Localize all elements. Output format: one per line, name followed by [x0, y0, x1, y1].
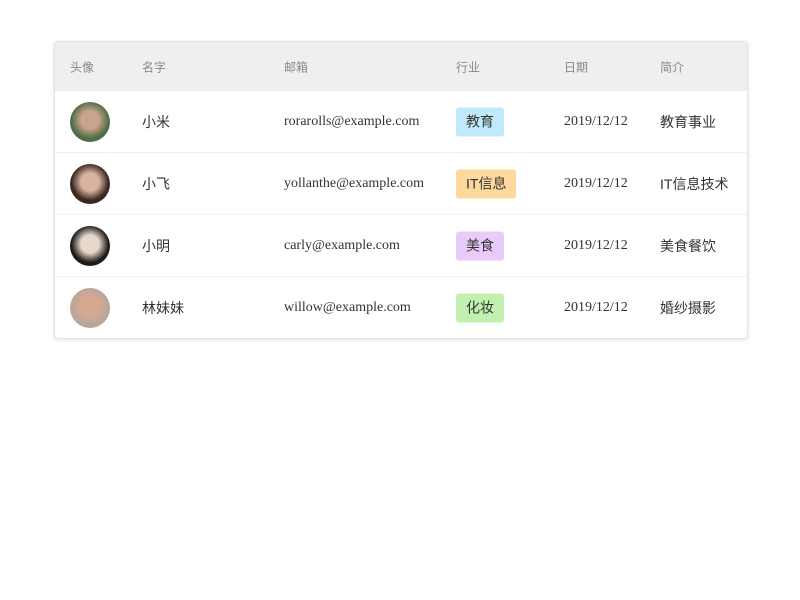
industry-tag: 化妆: [456, 293, 504, 322]
intro-cell: 教育事业: [660, 113, 716, 130]
name-cell: 小米: [142, 113, 170, 130]
table-row: 小明 carly@example.com 美食 2019/12/12 美食餐饮: [55, 214, 747, 276]
header-email: 邮箱: [284, 60, 309, 74]
avatar: [70, 225, 110, 266]
intro-cell: IT信息技术: [660, 175, 729, 192]
date-cell: 2019/12/12: [564, 237, 628, 253]
industry-tag: 美食: [456, 231, 504, 260]
header-industry: 行业: [456, 60, 481, 74]
avatar: [70, 287, 110, 328]
intro-cell: 美食餐饮: [660, 237, 716, 254]
name-cell: 小飞: [142, 175, 170, 192]
date-cell: 2019/12/12: [564, 175, 628, 191]
header-name: 名字: [142, 60, 167, 74]
email-cell: rorarolls@example.com: [284, 113, 420, 129]
industry-tag: IT信息: [456, 169, 517, 198]
industry-tag: 教育: [456, 107, 504, 136]
header-date: 日期: [564, 60, 589, 74]
header-avatar: 头像: [70, 60, 95, 74]
intro-cell: 婚纱摄影: [660, 299, 716, 316]
email-cell: willow@example.com: [284, 299, 411, 315]
table-row: 林妹妹 willow@example.com 化妆 2019/12/12 婚纱摄…: [55, 276, 747, 338]
date-cell: 2019/12/12: [564, 299, 628, 315]
date-cell: 2019/12/12: [564, 113, 628, 129]
email-cell: yollanthe@example.com: [284, 175, 425, 191]
table-header: 头像 名字 邮箱 行业 日期 简介: [55, 42, 747, 91]
table-row: 小飞 yollanthe@example.com IT信息 2019/12/12…: [55, 152, 747, 214]
avatar: [70, 101, 110, 142]
header-intro: 简介: [660, 60, 685, 74]
avatar: [70, 163, 110, 204]
name-cell: 林妹妹: [142, 299, 184, 316]
table-row: 小米 rorarolls@example.com 教育 2019/12/12 教…: [55, 91, 747, 152]
name-cell: 小明: [142, 237, 170, 254]
user-table: 头像 名字 邮箱 行业 日期 简介 小米 rorarolls@example.c…: [54, 41, 748, 339]
email-cell: carly@example.com: [284, 237, 400, 253]
